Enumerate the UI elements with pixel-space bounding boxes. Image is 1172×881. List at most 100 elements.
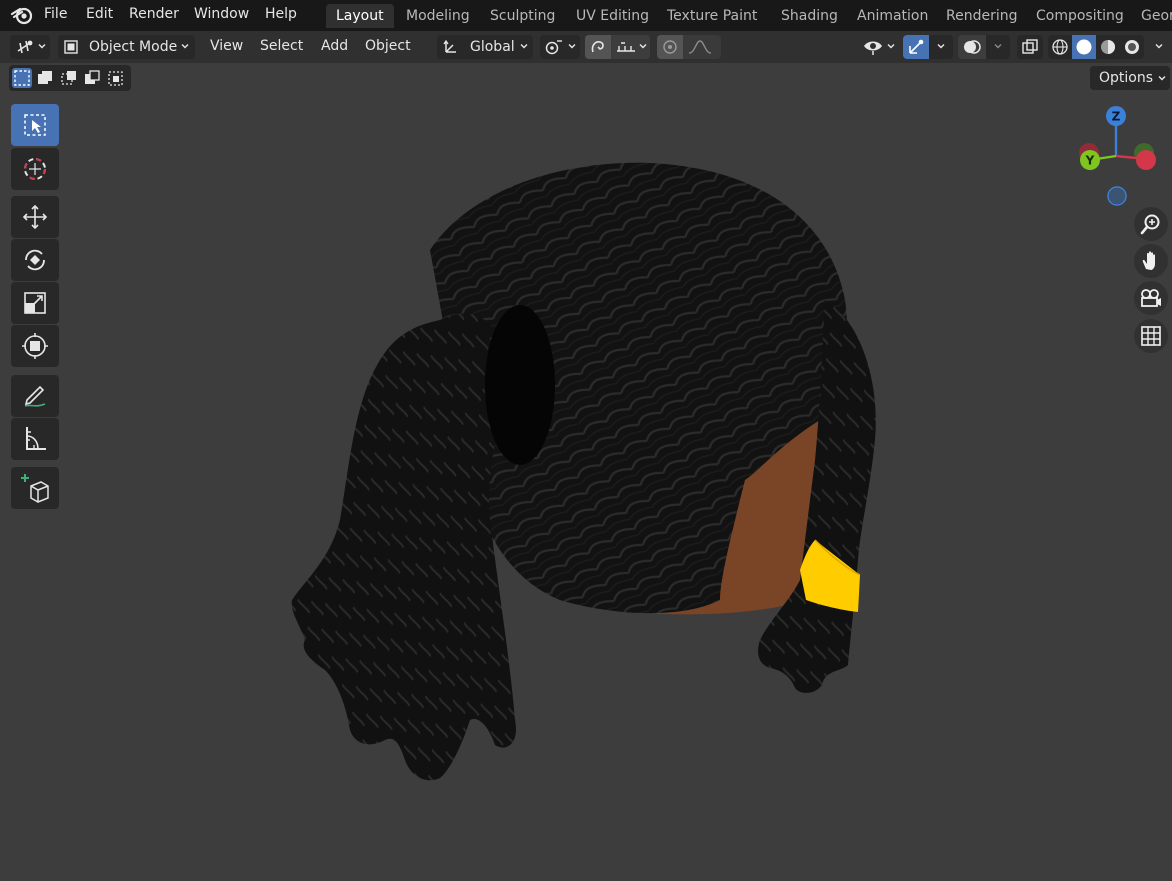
tab-uv-editing[interactable]: UV Editing <box>566 4 659 28</box>
tab-animation[interactable]: Animation <box>847 4 938 28</box>
tab-rendering[interactable]: Rendering <box>936 4 1028 28</box>
select-extend-icon <box>38 71 52 84</box>
add-cube-icon <box>21 474 49 503</box>
hair-model[interactable] <box>270 150 910 800</box>
object-mode-label: Object Mode <box>89 39 178 55</box>
select-box-icon <box>24 114 46 136</box>
gizmo-x-circle[interactable] <box>1136 150 1156 170</box>
pan-button[interactable] <box>1134 244 1168 278</box>
gizmo-toggle[interactable] <box>903 35 929 59</box>
header-menu-view[interactable]: View <box>210 36 243 56</box>
select-mode-subtract[interactable] <box>59 68 79 88</box>
tab-layout[interactable]: Layout <box>326 4 394 28</box>
editor-type-button[interactable] <box>10 35 50 59</box>
tool-scale[interactable] <box>11 282 59 324</box>
cursor-icon <box>24 158 46 180</box>
shading-options-dropdown[interactable] <box>1148 35 1170 59</box>
menu-edit[interactable]: Edit <box>86 4 113 24</box>
tab-modeling[interactable]: Modeling <box>396 4 480 28</box>
chevron-down-icon <box>1158 76 1166 81</box>
options-dropdown[interactable]: Options <box>1090 66 1170 90</box>
transform-icon <box>22 333 48 359</box>
chevron-down-icon[interactable] <box>937 42 945 50</box>
overlays-group <box>958 35 1010 59</box>
menu-help[interactable]: Help <box>265 4 297 24</box>
select-invert-icon <box>85 70 100 84</box>
solid-shading-icon <box>1076 39 1092 55</box>
pivot-point-icon <box>545 40 562 55</box>
rotate-icon <box>25 249 45 271</box>
material-preview-button[interactable] <box>1096 35 1120 59</box>
chevron-down-icon <box>568 44 576 49</box>
gizmo-y-label: Y <box>1085 154 1095 168</box>
overlays-toggle[interactable] <box>958 35 986 59</box>
select-mode-intersect[interactable] <box>106 68 126 88</box>
snap-toggle[interactable] <box>585 35 611 59</box>
chevron-down-icon <box>1155 44 1163 49</box>
snap-increment-icon[interactable] <box>615 39 637 55</box>
tab-compositing[interactable]: Compositing <box>1026 4 1134 28</box>
tool-select-box[interactable] <box>11 104 59 146</box>
ortho-toggle-button[interactable] <box>1134 319 1168 353</box>
chevron-down-icon <box>181 44 189 49</box>
chevron-down-icon[interactable] <box>639 42 647 50</box>
zoom-icon <box>1140 214 1160 235</box>
ortho-grid-icon <box>1141 326 1161 346</box>
falloff-icon[interactable] <box>687 39 713 55</box>
xray-icon <box>1022 39 1038 54</box>
tool-rotate[interactable] <box>11 239 59 281</box>
menu-window[interactable]: Window <box>194 4 249 24</box>
header-menu-object[interactable]: Object <box>365 36 411 56</box>
options-label: Options <box>1099 70 1154 86</box>
chevron-down-icon[interactable] <box>994 42 1002 50</box>
transform-orientation-dropdown[interactable]: Global <box>437 35 533 59</box>
tab-texture-paint[interactable]: Texture Paint <box>657 4 767 28</box>
select-mode-extend[interactable] <box>35 68 55 88</box>
camera-view-button[interactable] <box>1134 281 1168 315</box>
camera-view-icon <box>1141 289 1161 307</box>
chevron-down-icon <box>520 44 528 49</box>
gizmo-icon <box>909 39 924 54</box>
select-mode-set[interactable] <box>12 68 32 88</box>
menu-render[interactable]: Render <box>129 4 179 24</box>
editor-type-icon <box>17 40 33 54</box>
select-mode-invert[interactable] <box>82 68 102 88</box>
chevron-down-icon <box>38 44 46 49</box>
tool-cursor[interactable] <box>11 148 59 190</box>
hair-locs-left <box>291 313 516 781</box>
tab-shading[interactable]: Shading <box>771 4 848 28</box>
zoom-button[interactable] <box>1134 207 1168 241</box>
wireframe-shading-button[interactable] <box>1048 35 1072 59</box>
navigation-gizmo[interactable]: Z Y <box>1068 100 1168 210</box>
gizmo-group <box>903 35 953 59</box>
gizmo-z-label: Z <box>1112 110 1121 124</box>
pivot-point-dropdown[interactable] <box>540 35 580 59</box>
tool-annotate[interactable] <box>11 375 59 417</box>
snap-group <box>585 35 650 59</box>
rendered-shading-button[interactable] <box>1120 35 1144 59</box>
tool-add-cube[interactable] <box>11 467 59 509</box>
scale-icon <box>24 292 46 314</box>
tool-move[interactable] <box>11 196 59 238</box>
object-mode-dropdown[interactable]: Object Mode <box>58 35 195 59</box>
solid-shading-button[interactable] <box>1072 35 1096 59</box>
select-box-icon <box>14 70 30 86</box>
header-menu-select[interactable]: Select <box>260 36 303 56</box>
top-menu-bar: File Edit Render Window Help Layout Mode… <box>0 0 1172 31</box>
tab-geometry-nodes[interactable]: Geor <box>1131 4 1172 28</box>
tool-transform[interactable] <box>11 325 59 367</box>
pan-hand-icon <box>1142 251 1155 270</box>
wireframe-shading-icon <box>1052 39 1068 55</box>
visibility-dropdown[interactable] <box>860 35 898 59</box>
proportional-edit-toggle[interactable] <box>657 35 683 59</box>
tool-measure[interactable] <box>11 418 59 460</box>
material-preview-icon <box>1101 40 1115 54</box>
header-menu-add[interactable]: Add <box>321 36 348 56</box>
blender-logo-icon[interactable] <box>10 5 34 25</box>
tab-sculpting[interactable]: Sculpting <box>480 4 565 28</box>
menu-file[interactable]: File <box>44 4 67 24</box>
annotate-icon <box>24 385 46 407</box>
chevron-down-icon <box>887 44 895 49</box>
xray-toggle[interactable] <box>1017 35 1043 59</box>
viewport-header: Object Mode View Select Add Object Globa… <box>0 31 1172 63</box>
